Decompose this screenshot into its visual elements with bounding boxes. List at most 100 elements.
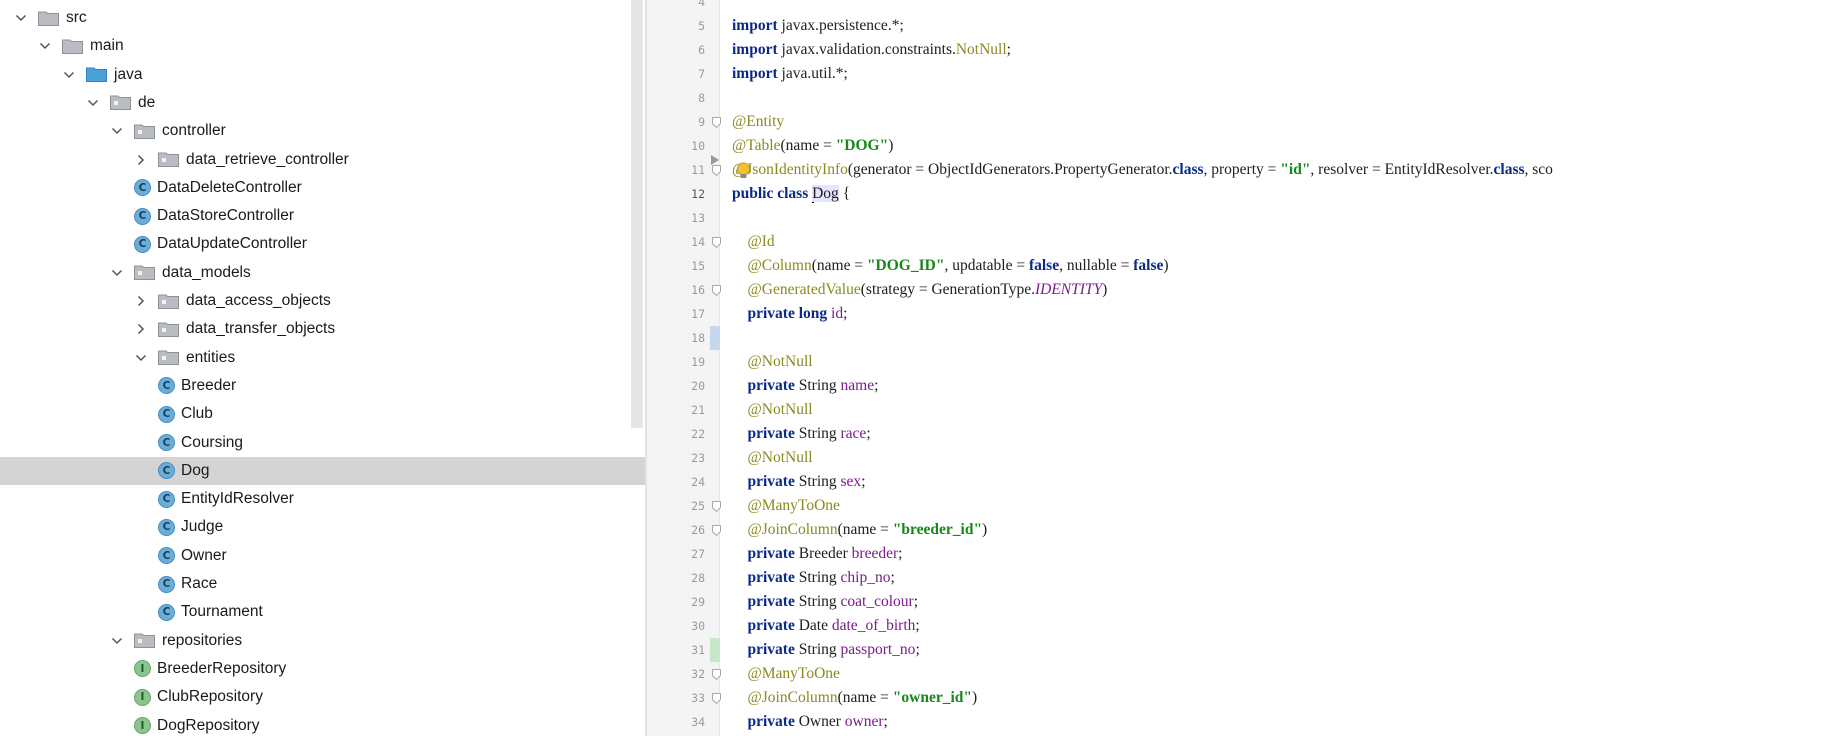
class-icon: C	[158, 377, 175, 395]
code-line[interactable]: import javax.validation.constraints.NotN…	[732, 38, 1011, 62]
tree-item-datadeletecontroller[interactable]: C DataDeleteController	[0, 174, 645, 202]
chevron-right-icon[interactable]	[134, 294, 148, 308]
tree-item-src[interactable]: src	[0, 4, 645, 32]
fold-marker-icon[interactable]	[712, 117, 721, 128]
tree-item-label: de	[138, 93, 156, 111]
tree-item-main[interactable]: main	[0, 32, 645, 60]
code-line[interactable]: private String passport_no;	[732, 638, 920, 662]
project-tree-scrollbar[interactable]	[631, 0, 643, 428]
fold-marker-icon[interactable]	[712, 669, 721, 680]
tree-item-label: data_retrieve_controller	[186, 150, 349, 168]
code-token: Breeder	[794, 545, 852, 562]
code-token: @JoinColumn	[747, 521, 838, 538]
code-line[interactable]: private Date date_of_birth;	[732, 614, 920, 638]
code-line[interactable]: private String chip_no;	[732, 566, 895, 590]
tree-item-owner[interactable]: C Owner	[0, 542, 645, 570]
tree-item-breeder[interactable]: C Breeder	[0, 372, 645, 400]
code-line[interactable]: private String name;	[732, 374, 879, 398]
tree-item-label: data_transfer_objects	[186, 320, 336, 338]
tree-item-dataupdatecontroller[interactable]: C DataUpdateController	[0, 230, 645, 258]
code-token: )	[1102, 281, 1108, 298]
tree-item-dog[interactable]: C Dog	[0, 456, 645, 485]
code-line[interactable]: private Breeder breeder;	[732, 542, 903, 566]
tree-item-entities[interactable]: entities	[0, 344, 645, 372]
lightbulb-icon[interactable]	[736, 162, 751, 180]
tree-item-race[interactable]: C Race	[0, 570, 645, 598]
tree-item-de[interactable]: de	[0, 89, 645, 117]
code-line[interactable]: import java.util.*;	[732, 62, 848, 86]
code-line[interactable]: @ManyToOne	[732, 494, 840, 518]
code-line[interactable]: @JoinColumn(name = "breeder_id")	[732, 518, 988, 542]
tree-item-club[interactable]: C Club	[0, 400, 645, 428]
code-line[interactable]: import javax.persistence.*;	[732, 14, 904, 38]
tree-item-dogrepository[interactable]: I DogRepository	[0, 712, 645, 736]
fold-marker-icon[interactable]	[712, 165, 721, 176]
tree-item-data-transfer-objects[interactable]: data_transfer_objects	[0, 315, 645, 343]
chevron-right-icon[interactable]	[134, 322, 148, 336]
code-token: javax.persistence.*;	[777, 17, 904, 34]
line-number: 10	[691, 139, 705, 153]
tree-item-judge[interactable]: C Judge	[0, 513, 645, 541]
chevron-down-icon[interactable]	[134, 351, 148, 365]
fold-marker-icon[interactable]	[712, 501, 721, 512]
code-line[interactable]: @GeneratedValue(strategy = GenerationTyp…	[732, 278, 1108, 302]
code-token: String	[794, 641, 841, 658]
tree-item-label: data_models	[162, 263, 251, 281]
tree-item-repositories[interactable]: repositories	[0, 627, 645, 655]
line-number: 31	[691, 643, 705, 657]
code-token: String	[794, 593, 841, 610]
code-line[interactable]: private String sex;	[732, 470, 866, 494]
code-line[interactable]: @NotNull	[732, 446, 813, 470]
chevron-right-icon[interactable]	[134, 153, 148, 167]
line-number: 8	[698, 91, 705, 105]
code-line[interactable]: @NotNull	[732, 350, 813, 374]
code-token: IDENTITY	[1034, 281, 1103, 298]
tree-item-java[interactable]: java	[0, 61, 645, 89]
tree-item-datastorecontroller[interactable]: C DataStoreController	[0, 202, 645, 230]
tree-item-label: Judge	[181, 518, 224, 536]
code-line[interactable]: @Entity	[732, 110, 784, 134]
tree-item-controller[interactable]: controller	[0, 117, 645, 145]
chevron-down-icon[interactable]	[110, 266, 124, 280]
tree-item-data-retrieve-controller[interactable]: data_retrieve_controller	[0, 146, 645, 174]
code-token: @Entity	[732, 113, 785, 130]
code-line[interactable]: public class Dog {	[732, 182, 850, 206]
chevron-down-icon[interactable]	[110, 634, 124, 648]
tree-item-breederrepository[interactable]: I BreederRepository	[0, 655, 645, 683]
vcs-change-marker[interactable]	[710, 326, 720, 350]
fold-marker-icon[interactable]	[712, 285, 721, 296]
code-line[interactable]: private String coat_colour;	[732, 590, 919, 614]
chevron-down-icon[interactable]	[110, 124, 124, 138]
tree-item-data-models[interactable]: data_models	[0, 259, 645, 287]
chevron-down-icon[interactable]	[86, 96, 100, 110]
fold-marker-icon[interactable]	[712, 525, 721, 536]
code-token: java.util.*;	[777, 65, 848, 82]
tree-item-label: EntityIdResolver	[181, 490, 294, 508]
code-line[interactable]: private Owner owner;	[732, 710, 888, 734]
chevron-down-icon[interactable]	[62, 68, 76, 82]
fold-marker-icon[interactable]	[712, 237, 721, 248]
tree-item-coursing[interactable]: C Coursing	[0, 429, 645, 457]
vcs-change-marker[interactable]	[710, 638, 720, 662]
gutter-arrow-icon[interactable]	[711, 150, 719, 165]
line-number: 16	[691, 283, 705, 297]
tree-item-entityidresolver[interactable]: C EntityIdResolver	[0, 485, 645, 513]
tree-item-tournament[interactable]: C Tournament	[0, 598, 645, 626]
tree-item-clubrepository[interactable]: I ClubRepository	[0, 683, 645, 711]
code-line[interactable]: @Column(name = "DOG_ID", updatable = fal…	[732, 254, 1169, 278]
code-line[interactable]: private long id;	[732, 302, 848, 326]
code-token: import	[732, 17, 778, 34]
chevron-down-icon[interactable]	[14, 11, 28, 25]
code-line[interactable]: @Table(name = "DOG")	[732, 134, 893, 158]
chevron-down-icon[interactable]	[38, 39, 52, 53]
code-line[interactable]: @NotNull	[732, 398, 813, 422]
tree-item-data-access-objects[interactable]: data_access_objects	[0, 287, 645, 315]
code-line[interactable]: @ManyToOne	[732, 662, 840, 686]
fold-marker-icon[interactable]	[712, 693, 721, 704]
code-line[interactable]: @JoinColumn(name = "owner_id")	[732, 686, 978, 710]
code-line[interactable]: @Id	[732, 230, 775, 254]
code-line[interactable]: private String race;	[732, 422, 871, 446]
class-icon: C	[134, 207, 151, 225]
code-line[interactable]: @JsonIdentityInfo(generator = ObjectIdGe…	[732, 158, 1553, 182]
